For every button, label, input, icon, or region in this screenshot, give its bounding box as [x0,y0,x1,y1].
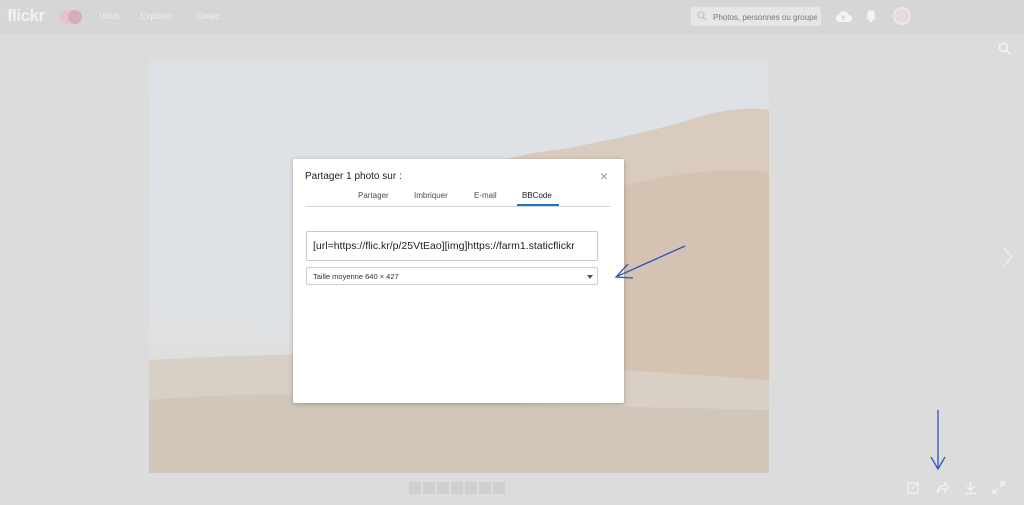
nav-explore[interactable]: Explorer [140,11,174,21]
close-icon[interactable]: × [600,168,608,184]
top-bar: flickr Vous Explorer Créez [0,0,1024,34]
flickr-dots-icon [60,10,82,24]
search-bar[interactable] [691,7,821,26]
tab-share[interactable]: Partager [358,191,389,200]
download-icon[interactable] [964,481,977,495]
share-tabs: Partager Imbriquer E-mail BBCode [305,187,611,207]
avatar[interactable] [893,7,911,25]
chevron-down-icon [587,275,593,279]
share-dialog: Partager 1 photo sur : × Partager Imbriq… [293,159,624,403]
thumbnail[interactable] [451,482,463,494]
size-dropdown-value: Taille moyenne 640 × 427 [313,272,399,281]
arrow-to-share-icon [930,410,946,471]
thumbnail[interactable] [409,482,421,494]
thumbnail[interactable] [437,482,449,494]
tab-email[interactable]: E-mail [474,191,497,200]
search-icon[interactable] [998,42,1011,55]
size-dropdown[interactable]: Taille moyenne 640 × 427 [306,267,598,285]
bell-icon[interactable] [865,9,877,23]
share-icon[interactable] [936,481,950,494]
cloud-upload-icon[interactable] [834,9,853,24]
edit-icon[interactable] [907,481,920,494]
bbcode-input[interactable] [307,232,597,260]
thumbnail[interactable] [493,482,505,494]
flickr-logo[interactable]: flickr [7,6,45,26]
thumbnail[interactable] [423,482,435,494]
fullscreen-icon[interactable] [992,481,1005,494]
search-icon [697,11,707,21]
dialog-title: Partager 1 photo sur : [305,171,402,182]
next-photo-icon[interactable] [1003,247,1013,267]
thumbnail-strip [409,482,509,496]
thumbnail[interactable] [479,482,491,494]
tab-embed[interactable]: Imbriquer [414,191,448,200]
nav-create[interactable]: Créez [196,11,220,21]
active-tab-indicator [517,204,559,206]
bbcode-field[interactable] [306,231,598,261]
nav-you[interactable]: Vous [99,11,119,21]
search-input[interactable] [711,9,819,25]
tab-bbcode[interactable]: BBCode [522,191,552,200]
thumbnail[interactable] [465,482,477,494]
